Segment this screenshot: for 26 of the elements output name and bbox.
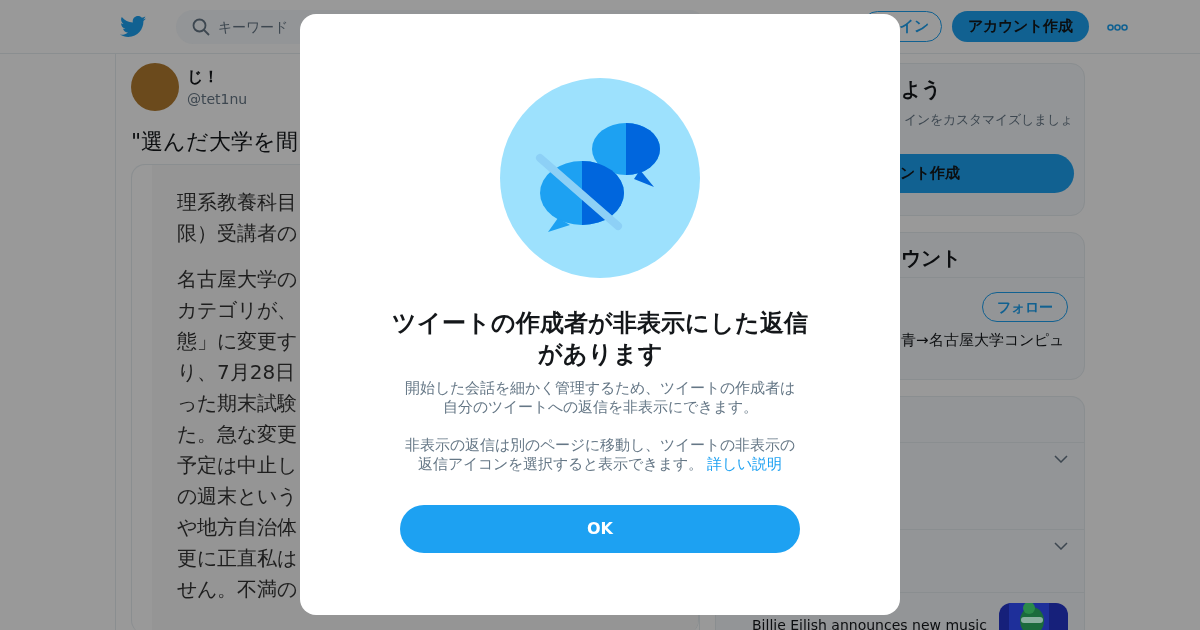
quote-line: の週末という	[177, 483, 297, 510]
quote-line: カテゴリが、	[177, 297, 297, 324]
quote-line: 予定は中止し	[177, 452, 297, 479]
card-title: よう	[900, 76, 942, 103]
news-headline[interactable]: Billie Eilish announces new music	[752, 618, 987, 630]
quote-line: 理系教養科目	[177, 189, 297, 216]
tweet-text: "選んだ大学を間	[131, 128, 300, 156]
dialog-text: 非表示の返信は別のページに移動し、ツイートの非表示の返信アイコンを選択すると表示できます。 詳しい説明	[404, 436, 796, 474]
quote-line: や地方自治体	[177, 514, 297, 541]
account-bio: 青→名古屋大学コンピュ	[900, 330, 1065, 351]
ok-button[interactable]: OK	[400, 505, 800, 553]
author-handle[interactable]: @tet1nu	[187, 88, 248, 110]
quote-line: 名古屋大学の	[177, 266, 297, 293]
learn-more-link[interactable]: 詳しい説明	[707, 455, 783, 473]
signup-button[interactable]: アカウント作成	[952, 11, 1089, 42]
dialog-title: ツイートの作成者が非表示にした返信があります	[391, 308, 809, 370]
author-name[interactable]: じ！	[187, 64, 248, 89]
quote-line: せん。不満の	[177, 576, 297, 603]
dialog-text: 開始した会話を細かく管理するため、ツイートの作成者は自分のツイートへの返信を非表示にできます。	[404, 379, 796, 417]
quote-line: り、7月28日	[177, 359, 296, 386]
quote-line: った期末試験	[177, 390, 297, 417]
quote-line: 態」に変更す	[177, 328, 297, 355]
quote-line: た。急な変更	[177, 421, 297, 448]
card-description: インをカスタマイズしましょ	[903, 111, 1074, 129]
quote-line: 限）受講者の	[177, 220, 297, 247]
quote-line: 更に正直私は	[177, 545, 297, 572]
